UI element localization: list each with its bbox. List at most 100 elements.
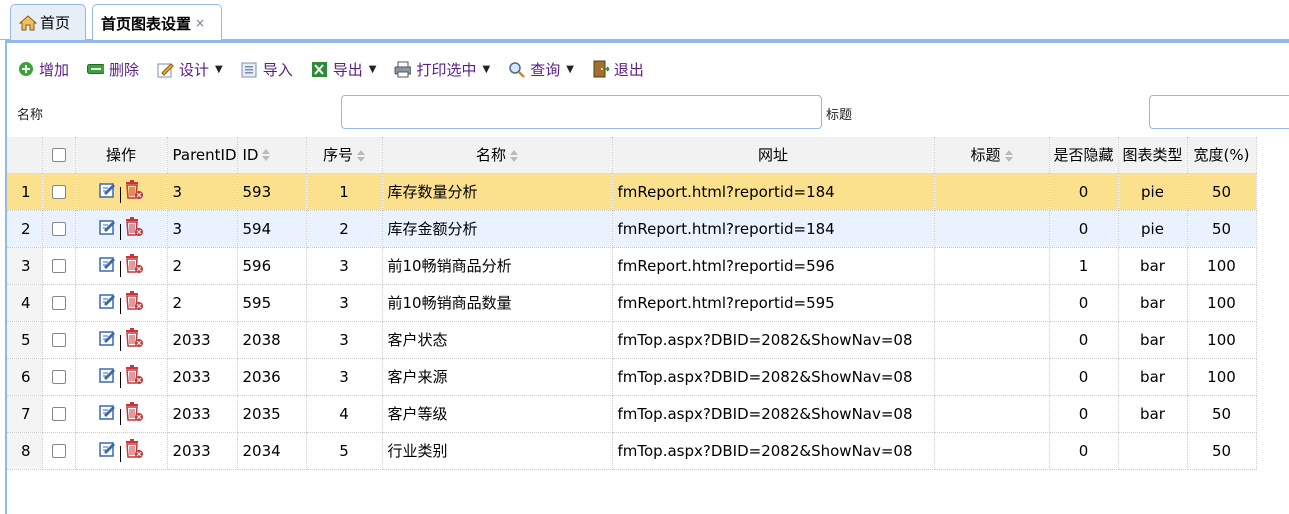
parentid-header[interactable]: ParentID	[167, 137, 238, 174]
delete-trash-icon[interactable]	[124, 253, 144, 279]
add-button[interactable]: 增加	[17, 59, 69, 80]
chevron-down-icon: ▼	[368, 63, 377, 75]
cell-seq: 5	[306, 432, 383, 470]
cell-id: 596	[237, 247, 307, 285]
row-ops	[75, 395, 168, 433]
row-ops	[75, 247, 168, 285]
chart-type-header[interactable]: 图表类型	[1118, 137, 1188, 174]
edit-icon[interactable]	[98, 329, 117, 351]
delete-button[interactable]: 删除	[87, 59, 139, 80]
title-header[interactable]: 标题	[934, 137, 1050, 174]
ops-separator	[119, 408, 121, 425]
print-selected-dropdown[interactable]: 打印选中 ▼	[394, 59, 490, 80]
delete-trash-icon[interactable]	[124, 438, 144, 464]
delete-trash-icon[interactable]	[124, 401, 144, 427]
title-filter-label: 标题	[826, 108, 853, 123]
hidden-header[interactable]: 是否隐藏	[1049, 137, 1119, 174]
url-header[interactable]: 网址	[612, 137, 935, 174]
cell-url: fmTop.aspx?DBID=2082&ShowNav=08	[612, 321, 935, 359]
table-row[interactable]: 1 3 593 1 库存数量分析 fmReport.html?reportid=184 0 p…	[7, 173, 1257, 211]
table-row[interactable]: 3 2 596 3 前10畅销商品分析 fmReport.html?reportid=59…	[7, 247, 1257, 285]
cell-id: 593	[237, 173, 307, 211]
cell-hidden: 0	[1049, 321, 1119, 359]
exit-door-icon	[592, 60, 609, 78]
cell-url: fmReport.html?reportid=596	[612, 247, 935, 285]
table-row[interactable]: 6 2033 2036 3 客户来源 fmTop.aspx?DBID=2082&ShowN…	[7, 358, 1257, 396]
table-row[interactable]: 2 3 594 2 库存金额分析 fmReport.html?reportid=184 0 p…	[7, 210, 1257, 248]
edit-icon[interactable]	[98, 292, 117, 314]
delete-trash-icon[interactable]	[124, 290, 144, 316]
width-header[interactable]: 宽度(%)	[1187, 137, 1257, 174]
row-checkbox-cell	[42, 321, 76, 359]
row-checkbox[interactable]	[51, 185, 66, 199]
delete-trash-icon[interactable]	[124, 179, 144, 205]
exit-button[interactable]: 退出	[592, 59, 644, 80]
cell-chart-type: pie	[1118, 173, 1188, 211]
ops-separator	[119, 297, 121, 314]
select-all-checkbox[interactable]	[51, 148, 66, 163]
cell-width: 100	[1187, 358, 1257, 396]
cell-width: 50	[1187, 210, 1257, 248]
sort-icon	[510, 149, 518, 162]
edit-icon[interactable]	[98, 181, 117, 203]
row-number: 4	[7, 284, 43, 322]
table-row[interactable]: 4 2 595 3 前10畅销商品数量 fmReport.html?reportid=59…	[7, 284, 1257, 322]
seq-header[interactable]: 序号	[306, 137, 383, 174]
delete-trash-icon[interactable]	[124, 327, 144, 353]
design-dropdown[interactable]: 设计 ▼	[157, 59, 223, 80]
table-row[interactable]: 8 2033 2034 5 行业类别 fmTop.aspx?DBID=2082&ShowN…	[7, 432, 1257, 470]
delete-trash-icon[interactable]	[124, 364, 144, 390]
export-dropdown[interactable]: 导出 ▼	[311, 59, 377, 80]
row-ops	[75, 358, 168, 396]
row-checkbox[interactable]	[51, 370, 66, 384]
cell-parentid: 2033	[167, 358, 238, 396]
import-button[interactable]: 导入	[241, 59, 293, 80]
row-checkbox[interactable]	[51, 333, 66, 347]
cell-id: 594	[237, 210, 307, 248]
edit-icon[interactable]	[98, 440, 117, 462]
search-icon	[508, 61, 526, 78]
table-row[interactable]: 5 2033 2038 3 客户状态 fmTop.aspx?DBID=2082&ShowN…	[7, 321, 1257, 359]
edit-icon[interactable]	[98, 218, 117, 240]
delete-label: 删除	[109, 60, 140, 79]
row-checkbox[interactable]	[51, 296, 66, 310]
sort-icon	[357, 149, 365, 162]
cell-parentid: 2	[167, 284, 238, 322]
tab-home[interactable]: 首页	[10, 4, 86, 40]
cell-seq: 3	[306, 247, 383, 285]
name-header[interactable]: 名称	[382, 137, 613, 174]
print-selected-label: 打印选中	[416, 60, 477, 79]
query-dropdown[interactable]: 查询 ▼	[508, 59, 574, 80]
name-filter-input[interactable]	[341, 95, 822, 129]
toolbar: 增加 删除 设计 ▼ 导入 导出 ▼ 打印选中 ▼ 查询 ▼ 退出	[17, 55, 662, 83]
tab-chart-settings[interactable]: 首页图表设置 ×	[92, 4, 222, 41]
cell-width: 50	[1187, 395, 1257, 433]
home-icon	[18, 14, 38, 31]
cell-parentid: 2033	[167, 432, 238, 470]
add-icon	[17, 61, 34, 78]
tab-chart-settings-label: 首页图表设置	[101, 14, 192, 33]
edit-icon[interactable]	[98, 403, 117, 425]
data-grid: 操作 ParentID ID 序号 名称 网址 标题 是否隐藏 图表类型 宽度(…	[7, 137, 1289, 470]
close-icon[interactable]: ×	[195, 16, 205, 30]
cell-hidden: 1	[1049, 247, 1119, 285]
select-all-checkbox-cell	[42, 137, 76, 174]
delete-trash-icon[interactable]	[124, 216, 144, 242]
title-filter-input[interactable]	[1149, 95, 1289, 129]
ops-separator	[119, 260, 121, 277]
table-row[interactable]: 7 2033 2035 4 客户等级 fmTop.aspx?DBID=2082&ShowN…	[7, 395, 1257, 433]
excel-icon	[311, 61, 328, 78]
row-checkbox[interactable]	[51, 222, 66, 236]
row-checkbox[interactable]	[51, 444, 66, 458]
row-checkbox[interactable]	[51, 407, 66, 421]
chevron-down-icon: ▼	[566, 63, 574, 75]
id-header[interactable]: ID	[237, 137, 307, 174]
row-checkbox[interactable]	[51, 259, 66, 273]
edit-icon[interactable]	[98, 366, 117, 388]
cell-chart-type: bar	[1118, 321, 1188, 359]
edit-icon[interactable]	[98, 255, 117, 277]
cell-title	[934, 284, 1050, 322]
cell-url: fmReport.html?reportid=595	[612, 284, 935, 322]
row-checkbox-cell	[42, 432, 76, 470]
remove-icon	[87, 61, 105, 78]
